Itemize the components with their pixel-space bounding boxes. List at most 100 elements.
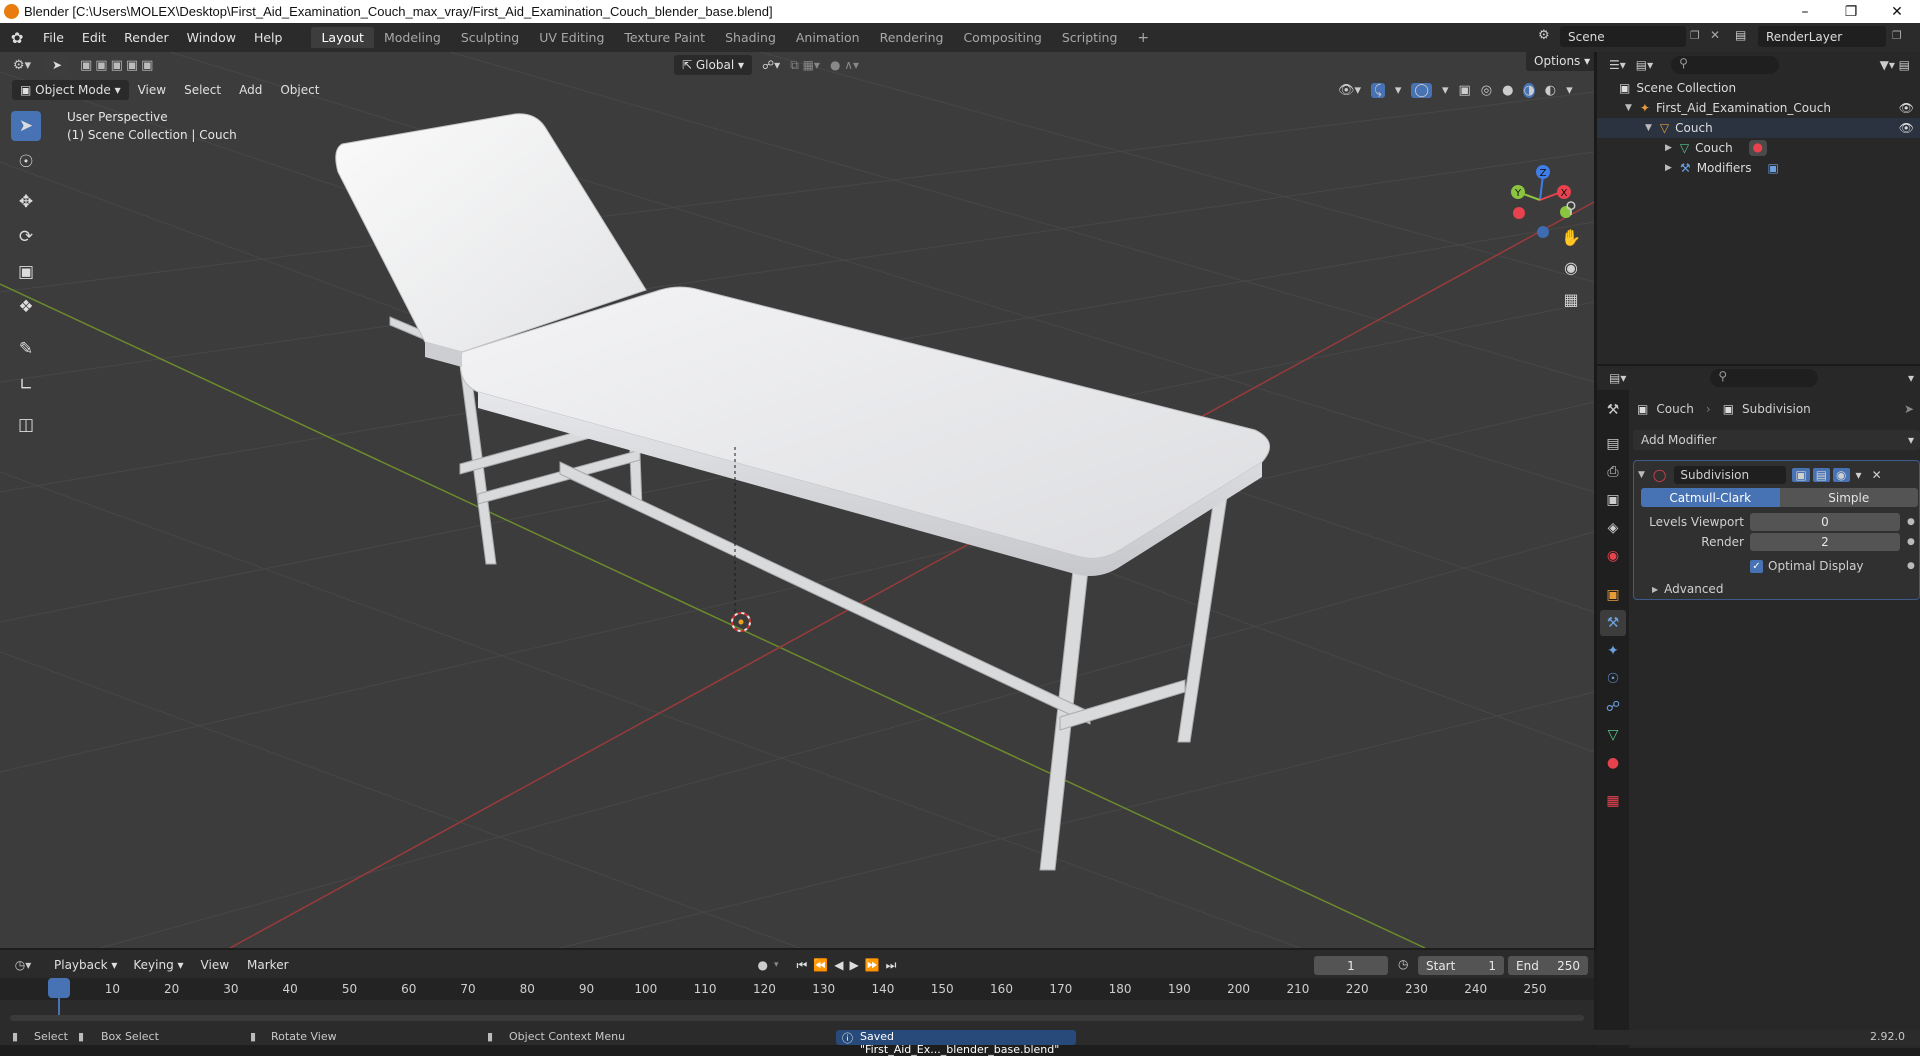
rotate-tool-icon[interactable]: ⟳ (11, 222, 41, 252)
outliner-search-input[interactable]: ⚲ (1671, 56, 1780, 74)
viewport-menu-select[interactable]: Select (175, 83, 230, 97)
select-modes-icon[interactable]: ▣▣▣▣▣ (80, 58, 156, 73)
texture-tab-icon[interactable]: ▦ (1600, 788, 1626, 814)
add-modifier-dropdown[interactable]: Add Modifier ▾ (1633, 430, 1920, 450)
modifier-menu-icon[interactable]: ▾ (1856, 468, 1862, 482)
scene-icon[interactable]: ⚙ (1538, 28, 1550, 43)
tab-layout[interactable]: Layout (311, 27, 374, 48)
subdivision-modifier-icon[interactable]: ▣ (1767, 161, 1778, 175)
edit-mode-toggle-icon[interactable]: ▣ (1792, 468, 1810, 482)
tab-sculpting[interactable]: Sculpting (451, 27, 529, 48)
remove-modifier-icon[interactable]: ✕ (1872, 468, 1882, 482)
material-tab-icon[interactable]: ● (1600, 750, 1626, 776)
outliner-row-collection[interactable]: ▼ ✦ First_Aid_Examination_Couch 👁 (1597, 98, 1920, 118)
mesh-data-tab-icon[interactable]: ▽ (1600, 722, 1626, 748)
keyframe-dot-icon[interactable]: ● (1907, 513, 1915, 531)
menu-help[interactable]: Help (245, 30, 292, 45)
menu-render[interactable]: Render (115, 30, 178, 45)
delete-scene-icon[interactable]: ✕ (1710, 28, 1720, 42)
viewport-menu-add[interactable]: Add (230, 83, 271, 97)
timeline-view-menu[interactable]: View (192, 958, 238, 972)
tab-simple[interactable]: Simple (1779, 488, 1918, 507)
3d-viewport[interactable]: Z X Y User Perspective (1) Scene Collect… (0, 52, 1594, 948)
preview-range-icon[interactable]: ◷ (1398, 957, 1408, 971)
playback-controls-icon[interactable]: ⏮⏪◀▶⏩⏭ (797, 958, 903, 973)
menu-edit[interactable]: Edit (73, 30, 115, 45)
pan-view-icon[interactable]: ✋ (1557, 223, 1585, 251)
playback-menu[interactable]: Playback ▾ (46, 955, 125, 975)
outliner-row-couch-object[interactable]: ▼ ▽ Couch 👁 (1597, 118, 1920, 138)
material-shading-icon[interactable]: ◑ (1523, 82, 1535, 98)
playhead[interactable] (48, 978, 70, 998)
keying-menu[interactable]: Keying ▾ (125, 955, 191, 975)
expand-arrow-icon[interactable]: ▼ (1645, 123, 1652, 133)
keyframe-dot-icon[interactable]: ● (1907, 533, 1915, 551)
pivot-point-icon[interactable]: ☍▾ (762, 58, 780, 72)
proportional-edit-icon[interactable]: ● ∧▾ (830, 58, 859, 72)
scale-tool-icon[interactable]: ▣ (11, 257, 41, 287)
new-scene-icon[interactable]: ❐ (1690, 29, 1700, 42)
current-frame-field[interactable]: 1 (1314, 956, 1388, 975)
wireframe-shading-icon[interactable]: ◎ (1481, 83, 1492, 98)
advanced-subpanel[interactable]: ▶ Advanced (1652, 581, 1723, 597)
expand-arrow-icon[interactable]: ▼ (1625, 103, 1632, 113)
visibility-eye-icon[interactable]: 👁 (1899, 101, 1914, 115)
keyframe-dot-icon[interactable]: ● (1907, 558, 1915, 574)
render-layer-icon[interactable]: ▤ (1735, 28, 1746, 42)
timeline-scrollbar[interactable] (10, 1015, 1584, 1021)
blender-menu-icon[interactable]: ✿ (0, 29, 34, 47)
record-icon[interactable]: ● (758, 958, 768, 972)
collapse-panel-icon[interactable]: ▼ (1638, 470, 1645, 480)
camera-view-icon[interactable]: ◉ (1557, 253, 1585, 281)
object-tab-icon[interactable]: ▣ (1600, 582, 1626, 608)
tab-rendering[interactable]: Rendering (870, 27, 954, 48)
output-tab-icon[interactable]: ⎙ (1600, 459, 1626, 485)
visibility-icon[interactable]: 👁▾ (1338, 83, 1361, 98)
properties-search-input[interactable]: ⚲ (1710, 369, 1819, 387)
tool-tab-icon[interactable]: ⚒ (1600, 397, 1626, 423)
modifier-name-field[interactable]: Subdivision (1674, 466, 1787, 484)
collapse-arrow-icon[interactable]: ▶ (1665, 143, 1672, 153)
viewport-menu-object[interactable]: Object (271, 83, 328, 97)
menu-file[interactable]: File (34, 30, 73, 45)
levels-viewport-field[interactable]: 0 (1750, 513, 1900, 531)
tab-animation[interactable]: Animation (786, 27, 870, 48)
constraints-tab-icon[interactable]: ☍ (1600, 694, 1626, 720)
add-workspace-icon[interactable]: + (1127, 27, 1159, 49)
solid-shading-icon[interactable]: ● (1502, 83, 1513, 98)
modifier-tab-icon[interactable]: ⚒ (1600, 610, 1626, 636)
outliner-editor-icon[interactable]: ☰▾ (1609, 58, 1626, 72)
render-layer-selector[interactable]: RenderLayer (1758, 26, 1886, 47)
optimal-display-row[interactable]: ✓ Optimal Display (1750, 558, 1864, 574)
zoom-view-icon[interactable]: ⚲ (1557, 193, 1585, 221)
overlay-toggle-icon[interactable]: ◯ (1411, 82, 1432, 98)
close-window-button[interactable]: ✕ (1874, 0, 1920, 23)
cursor-tool-icon[interactable]: ☉ (11, 147, 41, 177)
collapse-arrow-icon[interactable]: ▶ (1665, 163, 1672, 173)
properties-editor-icon[interactable]: ▤▾ (1609, 371, 1626, 385)
timeline-editor-icon[interactable]: ◷▾ (0, 958, 46, 972)
rendered-shading-icon[interactable]: ◐ (1545, 83, 1556, 98)
world-tab-icon[interactable]: ◉ (1600, 543, 1626, 569)
render-levels-field[interactable]: 2 (1750, 533, 1900, 551)
outliner-row-scene-collection[interactable]: ▣ Scene Collection (1597, 78, 1920, 98)
material-icon[interactable]: ● (1748, 140, 1767, 156)
expand-arrow-icon[interactable]: ▶ (1652, 585, 1658, 594)
optimal-display-checkbox[interactable]: ✓ (1750, 559, 1763, 573)
tab-shading[interactable]: Shading (715, 27, 786, 48)
transform-tool-icon[interactable]: ❖ (11, 292, 41, 322)
scene-selector[interactable]: Scene (1560, 26, 1686, 47)
options-dropdown[interactable]: Options ▾ (1526, 51, 1599, 76)
particles-tab-icon[interactable]: ✦ (1600, 638, 1626, 664)
outliner-row-modifiers[interactable]: ▶ ⚒ Modifiers ▣ (1597, 158, 1920, 178)
editor-type-icon[interactable]: ⚙▾ (0, 58, 44, 73)
visibility-eye-icon[interactable]: 👁 (1899, 121, 1914, 135)
minimize-button[interactable]: – (1782, 0, 1828, 23)
tool-select-mode-icon[interactable]: ➤ (44, 54, 70, 76)
tab-modeling[interactable]: Modeling (374, 27, 451, 48)
viewport-menu-view[interactable]: View (129, 83, 175, 97)
display-mode-icon[interactable]: ▤▾ (1636, 58, 1653, 72)
annotate-tool-icon[interactable]: ✎ (11, 334, 41, 364)
restore-button[interactable]: ❐ (1828, 0, 1874, 23)
pin-icon[interactable]: ➤ (1904, 402, 1914, 416)
